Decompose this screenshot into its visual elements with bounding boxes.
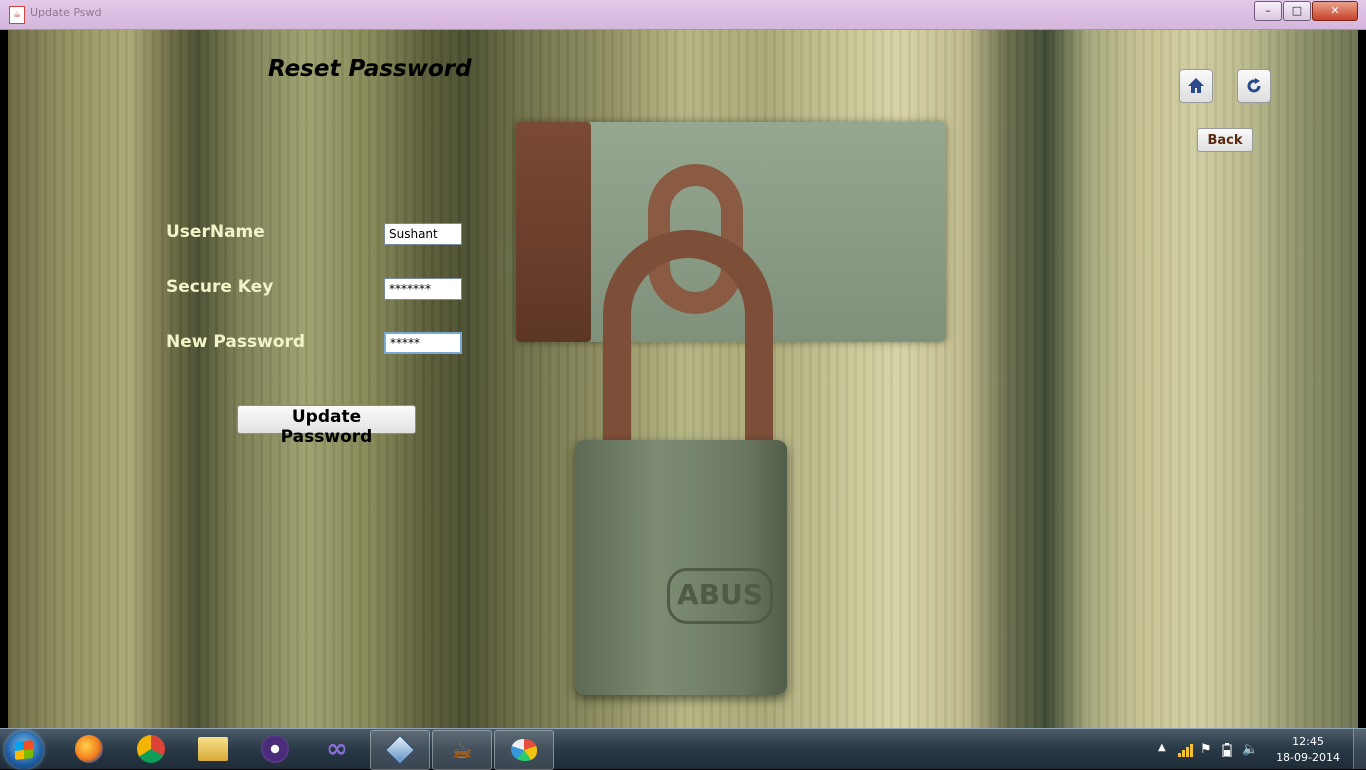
window-title: Update Pswd <box>30 6 102 19</box>
secure-key-label: Secure Key <box>166 277 274 297</box>
taskbar-chrome[interactable] <box>122 730 180 768</box>
paint-palette-icon <box>511 739 537 761</box>
java-icon: ☕ <box>451 736 473 764</box>
taskbar-java[interactable]: ☕ <box>432 730 492 770</box>
page-title: Reset Password <box>268 56 472 82</box>
windows-logo-icon <box>15 740 33 760</box>
clock-date: 18-09-2014 <box>1276 751 1340 764</box>
back-button[interactable]: Back <box>1197 128 1253 152</box>
taskbar-virtualbox[interactable] <box>370 730 430 770</box>
chrome-icon <box>137 735 165 763</box>
hasp-hinge-image <box>516 122 591 342</box>
volume-icon[interactable]: 🔈 <box>1242 742 1258 757</box>
home-button[interactable] <box>1179 69 1213 103</box>
java-app-icon: ☕ <box>9 6 25 24</box>
refresh-icon <box>1247 78 1261 93</box>
padlock-brand: ABUS <box>667 568 773 624</box>
system-tray: ▲ ⚑ 🔈 12:45 18-09-2014 <box>1146 729 1366 769</box>
secure-key-field[interactable] <box>384 278 462 300</box>
padlock-image: ABUS <box>575 440 787 695</box>
battery-icon[interactable] <box>1222 742 1236 758</box>
infinity-icon: ∞ <box>326 734 348 764</box>
window-title-bar: ☕ Update Pswd – □ ✕ <box>0 0 1366 30</box>
taskbar-visual-studio[interactable]: ∞ <box>308 730 366 768</box>
refresh-button[interactable] <box>1237 69 1271 103</box>
start-button[interactable] <box>5 731 43 769</box>
taskbar-clock[interactable]: 12:45 18-09-2014 <box>1276 734 1340 766</box>
reset-password-panel: ABUS Reset Password UserName Secure Key … <box>8 30 1358 728</box>
taskbar-firefox[interactable] <box>60 730 118 768</box>
taskbar-explorer[interactable] <box>184 730 242 768</box>
home-icon <box>1188 78 1204 93</box>
folder-icon <box>198 737 228 761</box>
new-password-label: New Password <box>166 332 306 352</box>
new-password-field[interactable] <box>384 332 462 354</box>
username-field[interactable] <box>384 223 462 245</box>
show-desktop-button[interactable] <box>1353 729 1366 769</box>
taskbar: ∞ ☕ ▲ ⚑ 🔈 12:45 18-09-2014 <box>0 728 1366 770</box>
firefox-icon <box>75 735 103 763</box>
show-hidden-icons-icon[interactable]: ▲ <box>1158 742 1172 756</box>
eclipse-icon <box>261 735 289 763</box>
clock-time: 12:45 <box>1292 735 1324 748</box>
taskbar-paint[interactable] <box>494 730 554 770</box>
action-center-flag-icon[interactable]: ⚑ <box>1200 742 1214 757</box>
window-controls: – □ ✕ <box>1254 1 1358 21</box>
maximize-button[interactable]: □ <box>1283 1 1311 21</box>
network-signal-icon[interactable] <box>1178 742 1193 757</box>
cube-icon <box>385 735 415 765</box>
username-label: UserName <box>166 222 265 242</box>
taskbar-eclipse[interactable] <box>246 730 304 768</box>
close-button[interactable]: ✕ <box>1312 1 1358 21</box>
minimize-button[interactable]: – <box>1254 1 1282 21</box>
update-password-button[interactable]: Update Password <box>237 405 416 447</box>
